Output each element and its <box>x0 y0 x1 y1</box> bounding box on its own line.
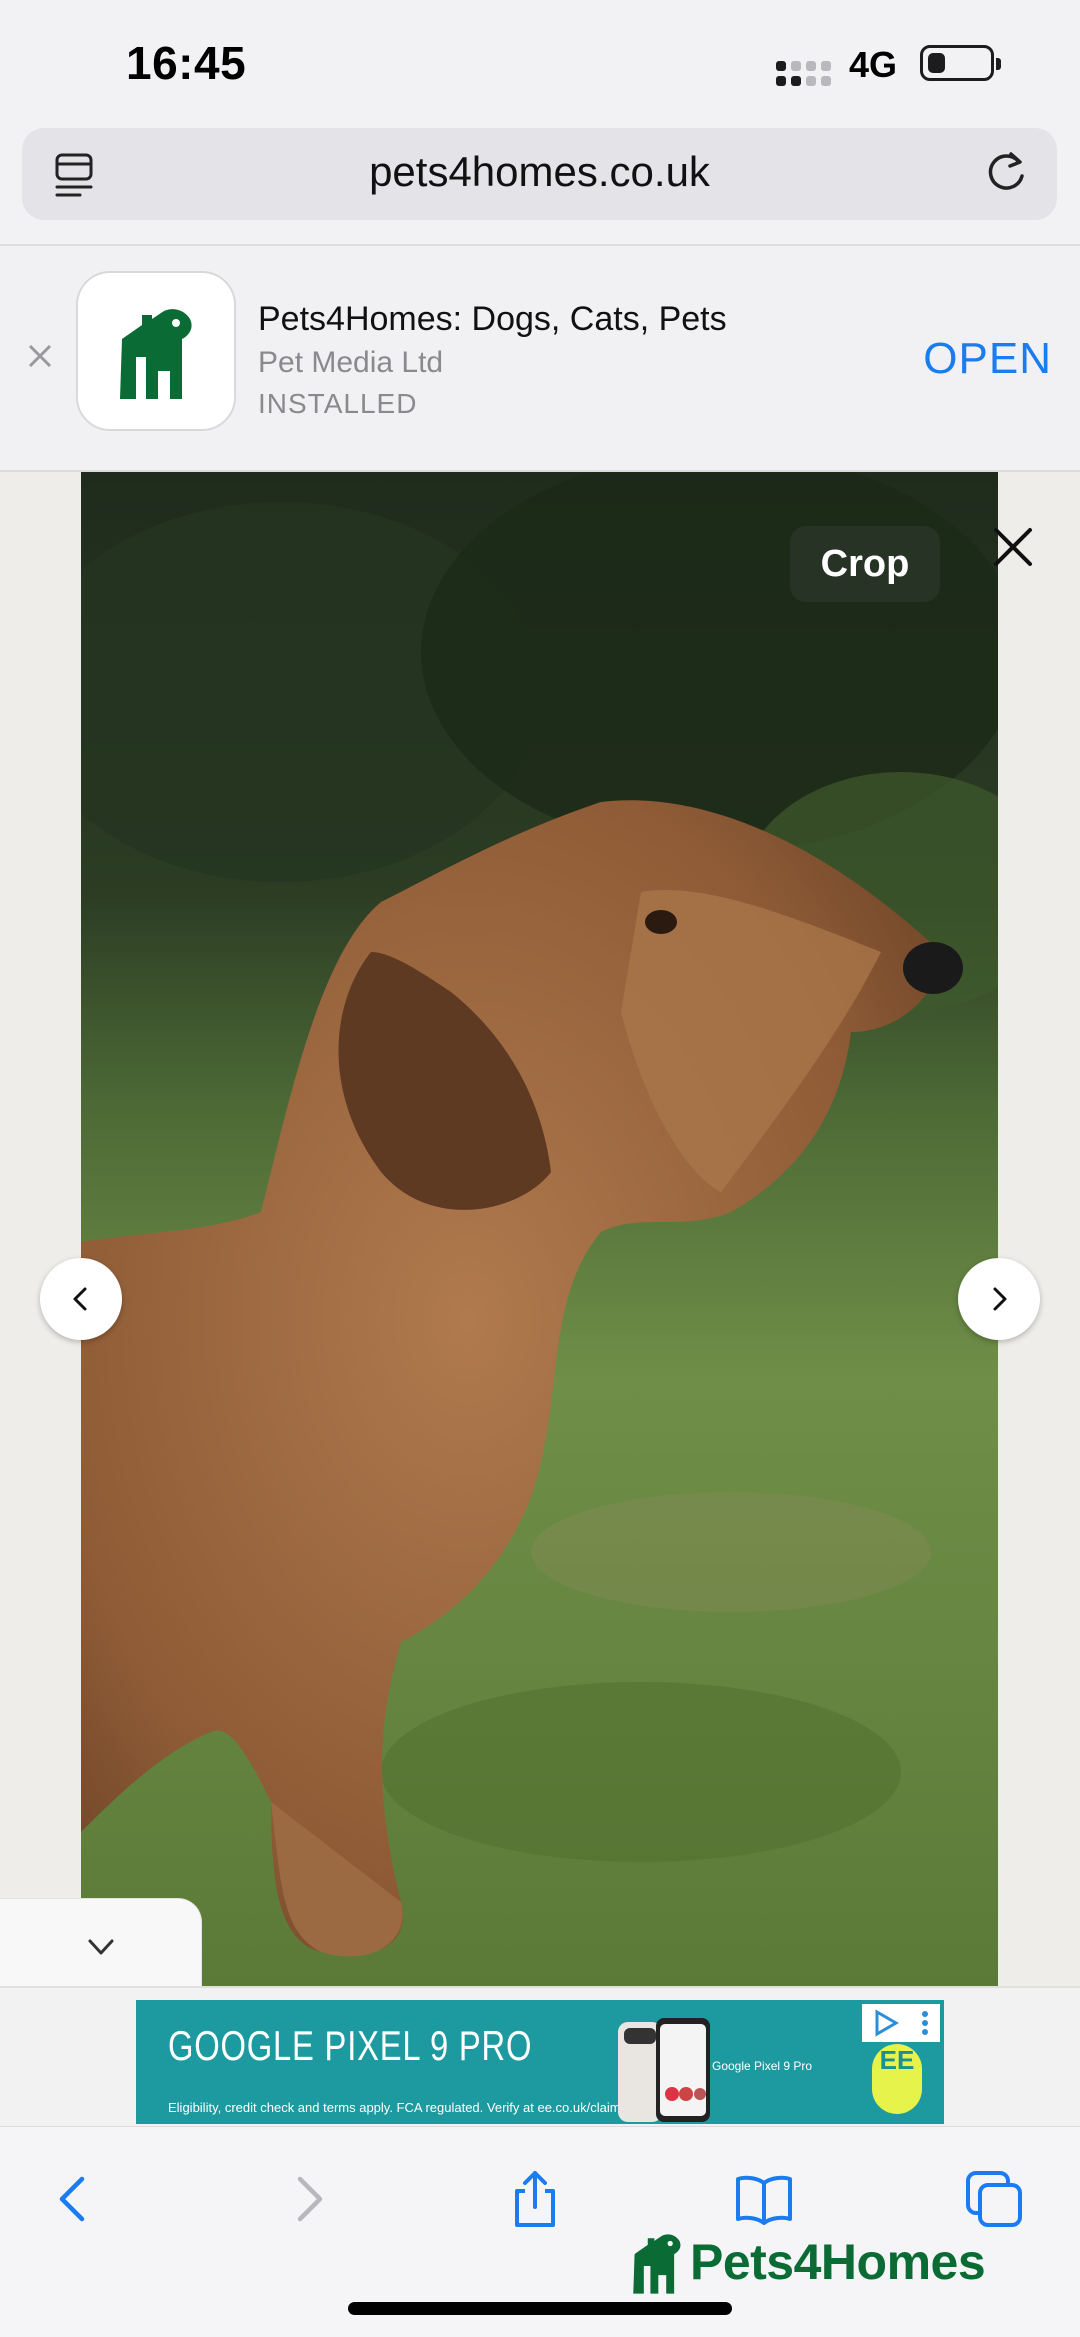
app-banner: Pets4Homes: Dogs, Cats, Pets Pet Media L… <box>0 246 1080 472</box>
battery-icon <box>920 45 1001 81</box>
footer-logo-text: Pets4Homes <box>690 2234 986 2290</box>
ee-logo-text: EE <box>879 2045 915 2075</box>
ad-headline: GOOGLE PIXEL 9 PRO <box>168 2022 533 2069</box>
ad-choices-badge[interactable] <box>862 2004 940 2042</box>
photo-gallery: Crop <box>0 472 1080 1986</box>
close-icon[interactable] <box>988 522 1038 572</box>
app-name: Pets4Homes: Dogs, Cats, Pets <box>258 300 727 338</box>
pets4homes-logo-icon <box>120 309 192 399</box>
collapse-ad-tab[interactable] <box>0 1898 202 1998</box>
status-bar: 16:45 4G <box>0 0 1080 128</box>
reload-icon[interactable] <box>981 148 1031 198</box>
dog-photo[interactable] <box>81 472 998 1986</box>
network-type: 4G <box>849 44 898 85</box>
ad-fine-print: Eligibility, credit check and terms appl… <box>168 2100 628 2115</box>
ee-logo: EE <box>872 2044 922 2114</box>
url-text[interactable]: pets4homes.co.uk <box>22 148 1057 196</box>
address-bar[interactable]: pets4homes.co.uk <box>22 128 1057 220</box>
advertisement-banner[interactable]: GOOGLE PIXEL 9 PRO Eligibility, credit c… <box>136 2000 944 2124</box>
previous-photo-button[interactable] <box>40 1258 122 1340</box>
app-icon[interactable] <box>76 271 236 431</box>
share-icon[interactable] <box>505 2169 565 2229</box>
app-publisher: Pet Media Ltd <box>258 346 444 379</box>
status-time: 16:45 <box>126 37 247 89</box>
signal-strength-icon <box>776 56 836 86</box>
ad-product-label: Google Pixel 9 Pro <box>712 2059 813 2073</box>
pets4homes-logo-icon <box>633 2234 681 2294</box>
open-app-button[interactable]: OPEN <box>923 334 1052 384</box>
bookmarks-icon[interactable] <box>734 2169 794 2229</box>
ad-choices-icon <box>875 2009 899 2037</box>
battery-level <box>928 53 945 73</box>
chevron-down-icon <box>88 1939 114 1955</box>
banner-close-icon[interactable] <box>22 338 58 374</box>
app-install-status: INSTALLED <box>258 388 418 419</box>
phone-image <box>618 2018 710 2122</box>
forward-icon[interactable] <box>278 2169 338 2229</box>
back-icon[interactable] <box>44 2169 104 2229</box>
pets4homes-footer-logo[interactable]: Pets4Homes <box>628 2222 986 2302</box>
crop-button[interactable]: Crop <box>790 526 940 602</box>
chevron-right-icon <box>993 1287 1007 1311</box>
more-options-icon <box>922 2011 928 2035</box>
home-indicator[interactable] <box>348 2302 732 2315</box>
tabs-icon[interactable] <box>964 2169 1024 2229</box>
chevron-left-icon <box>73 1287 87 1311</box>
next-photo-button[interactable] <box>958 1258 1040 1340</box>
